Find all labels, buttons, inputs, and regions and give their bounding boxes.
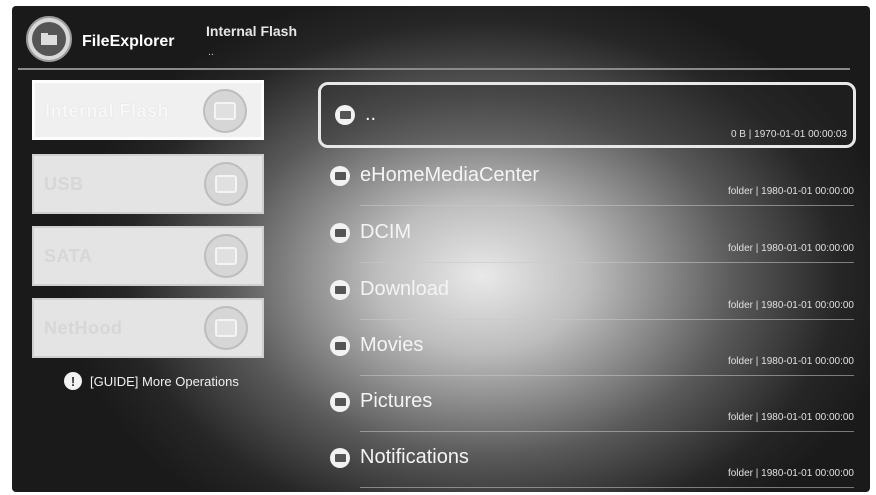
app-title: FileExplorer [82, 33, 175, 50]
storage-label: NetHood [44, 318, 123, 338]
file-row-notifications[interactable]: Notifications folder | 1980-01-01 00:00:… [316, 432, 854, 488]
folder-icon [330, 448, 350, 468]
header-divider [18, 68, 850, 70]
row-divider [360, 205, 854, 206]
file-row-movies[interactable]: Movies folder | 1980-01-01 00:00:00 [316, 320, 854, 376]
folder-app-icon [32, 22, 66, 56]
file-name: Download [360, 278, 449, 300]
current-location: Internal Flash [206, 23, 298, 39]
nethood-icon [204, 306, 248, 350]
storage-item-nethood[interactable]: NetHood [32, 298, 264, 358]
file-row-dcim[interactable]: DCIM folder | 1980-01-01 00:00:00 [316, 207, 854, 263]
file-name: DCIM [360, 221, 412, 243]
file-name: Notifications [360, 446, 469, 468]
file-name: .. [365, 103, 377, 125]
storage-item-internal-flash[interactable]: Internal Flash [32, 80, 264, 140]
file-name: Pictures [360, 390, 433, 412]
guide-hint: ! [GUIDE] More Operations [64, 372, 239, 390]
folder-icon [330, 223, 350, 243]
storage-label: SATA [44, 246, 93, 266]
file-row-pictures[interactable]: Pictures folder | 1980-01-01 00:00:00 [316, 376, 854, 432]
storage-item-sata[interactable]: SATA [32, 226, 264, 286]
header: FileExplorer Internal Flash .. [12, 6, 870, 76]
file-explorer-screen: FileExplorer Internal Flash .. Internal … [12, 6, 870, 492]
folder-icon [330, 280, 350, 300]
file-meta: folder | 1980-01-01 00:00:00 [727, 356, 854, 367]
file-row-download[interactable]: Download folder | 1980-01-01 00:00:00 [316, 264, 854, 320]
storage-label: USB [44, 174, 84, 194]
file-meta: folder | 1980-01-01 00:00:00 [727, 186, 854, 197]
file-meta: folder | 1980-01-01 00:00:00 [727, 412, 854, 423]
folder-icon [330, 336, 350, 356]
folder-icon [330, 166, 350, 186]
storage-item-usb[interactable]: USB [32, 154, 264, 214]
file-row-parent[interactable]: .. 0 B | 1970-01-01 00:00:03 [318, 82, 856, 148]
row-divider [360, 487, 854, 488]
guide-text: [GUIDE] More Operations [90, 373, 239, 389]
file-meta: 0 B | 1970-01-01 00:00:03 [730, 129, 847, 140]
current-path: .. [208, 46, 215, 58]
sata-icon [204, 234, 248, 278]
app-icon [26, 16, 72, 62]
tv-frame: FileExplorer Internal Flash .. Internal … [0, 0, 876, 495]
folder-icon [335, 105, 355, 125]
file-meta: folder | 1980-01-01 00:00:00 [727, 468, 854, 479]
file-row-ehomemediacenter[interactable]: eHomeMediaCenter folder | 1980-01-01 00:… [316, 150, 854, 206]
file-meta: folder | 1980-01-01 00:00:00 [727, 300, 854, 311]
info-icon: ! [64, 372, 82, 390]
row-divider [360, 262, 854, 263]
file-name: eHomeMediaCenter [360, 164, 539, 186]
storage-label: Internal Flash [45, 101, 170, 121]
usb-icon [204, 162, 248, 206]
internal-flash-icon [203, 89, 247, 133]
file-meta: folder | 1980-01-01 00:00:00 [727, 243, 854, 254]
file-name: Movies [360, 334, 424, 356]
folder-icon [330, 392, 350, 412]
